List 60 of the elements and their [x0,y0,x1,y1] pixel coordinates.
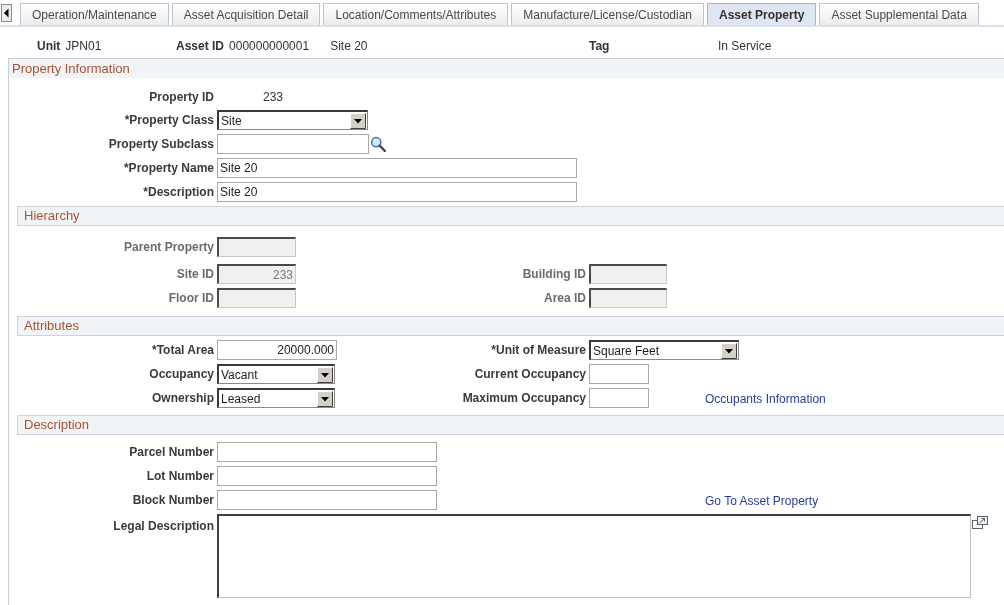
tab[interactable]: Asset Supplemental Data [819,3,979,25]
text-field[interactable] [589,388,649,408]
dropdown[interactable]: Square Feet [589,340,739,360]
text-field[interactable]: 20000.000 [217,340,337,360]
dropdown[interactable]: Vacant [217,364,335,384]
caret-icon[interactable] [317,390,333,407]
dropdown[interactable]: Leased [217,388,335,408]
tab[interactable]: Operation/Maintenance [20,3,169,25]
field-label: Occupancy [148,366,214,383]
section-header: Hierarchy [17,206,1004,226]
field-label: Block Number [131,492,214,509]
header-value: In Service [718,38,772,55]
field-label: *Total Area [151,342,214,359]
section-header: Description [17,415,1004,435]
field-label: Floor ID [167,290,214,307]
section-header: Property Information [9,58,1004,78]
header-label: Asset ID [176,38,225,55]
field-label: Lot Number [145,468,214,485]
caret-icon[interactable] [721,342,737,359]
field-label: Area ID [542,290,586,307]
header-value: Site 20 [330,38,368,55]
field-label: Legal Description [112,518,214,535]
header-label: Unit [37,38,61,55]
header-label: Tag [589,38,610,55]
text-area[interactable] [217,514,971,598]
field-label: *Description [142,184,214,201]
field-label: Ownership [151,390,214,407]
search-icon[interactable] [370,136,386,152]
link[interactable]: Occupants Information [705,390,826,408]
field-label: Maximum Occupancy [461,390,586,407]
field-label: Property ID [148,89,214,106]
dropdown[interactable]: Site [217,110,368,130]
tab[interactable]: Location/Comments/Attributes [323,3,509,25]
header-value: JPN01 [65,38,102,55]
link[interactable]: Go To Asset Property [705,492,819,510]
caret-icon[interactable] [317,366,333,383]
field-label: *Unit of Measure [490,342,586,359]
field-label: Current Occupancy [473,366,586,383]
field-label: *Property Class [123,112,214,129]
header-value: 000000000001 [229,38,310,55]
tab[interactable]: Asset Acquisition Detail [171,3,321,25]
text-field[interactable] [217,134,369,154]
tab[interactable]: Manufacture/License/Custodian [511,3,704,25]
text-field[interactable] [589,364,649,384]
text-field[interactable] [217,466,437,486]
field-label: *Property Name [122,160,214,177]
text-field[interactable]: Site 20 [217,182,577,202]
field-value: 233 [262,89,284,106]
text-field[interactable] [217,490,437,510]
text-field[interactable]: Site 20 [217,158,577,178]
field-label: Property Subclass [107,136,214,153]
field-label: Parcel Number [128,444,214,461]
field-label: Site ID [175,266,214,283]
section-header: Attributes [17,316,1004,336]
text-field[interactable] [217,442,437,462]
tab[interactable]: Asset Property [707,3,817,25]
caret-icon[interactable] [350,112,366,129]
pop-out-icon[interactable] [972,516,988,529]
field-label: Building ID [521,266,586,283]
field-label: Parent Property [122,239,214,256]
